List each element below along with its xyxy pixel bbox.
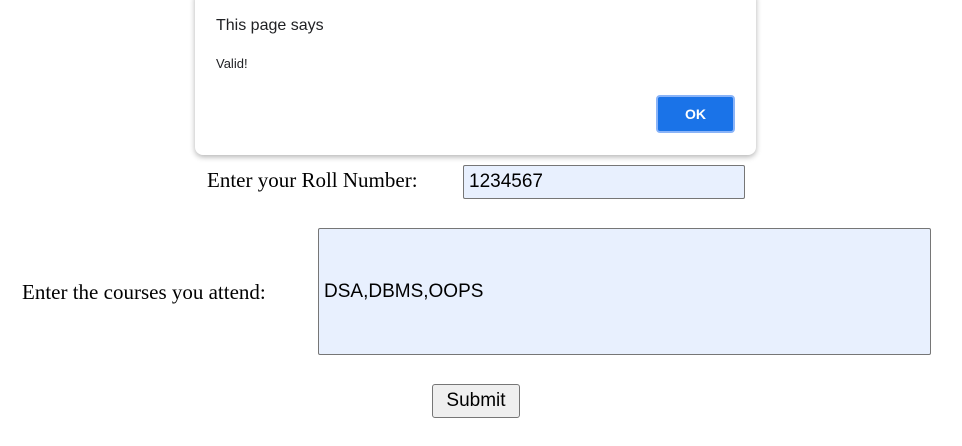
- ok-button[interactable]: OK: [656, 95, 735, 133]
- courses-input[interactable]: DSA,DBMS,OOPS: [318, 228, 931, 355]
- roll-number-value: 1234567: [469, 171, 543, 192]
- courses-value: DSA,DBMS,OOPS: [324, 280, 484, 302]
- courses-label: Enter the courses you attend:: [22, 280, 266, 304]
- roll-number-input[interactable]: 1234567: [463, 165, 745, 199]
- roll-number-label: Enter your Roll Number:: [207, 168, 418, 192]
- submit-button[interactable]: Submit: [432, 384, 520, 418]
- dialog-message: Valid!: [216, 56, 248, 71]
- alert-dialog: This page says Valid! OK: [195, 0, 756, 155]
- dialog-title: This page says: [216, 17, 324, 34]
